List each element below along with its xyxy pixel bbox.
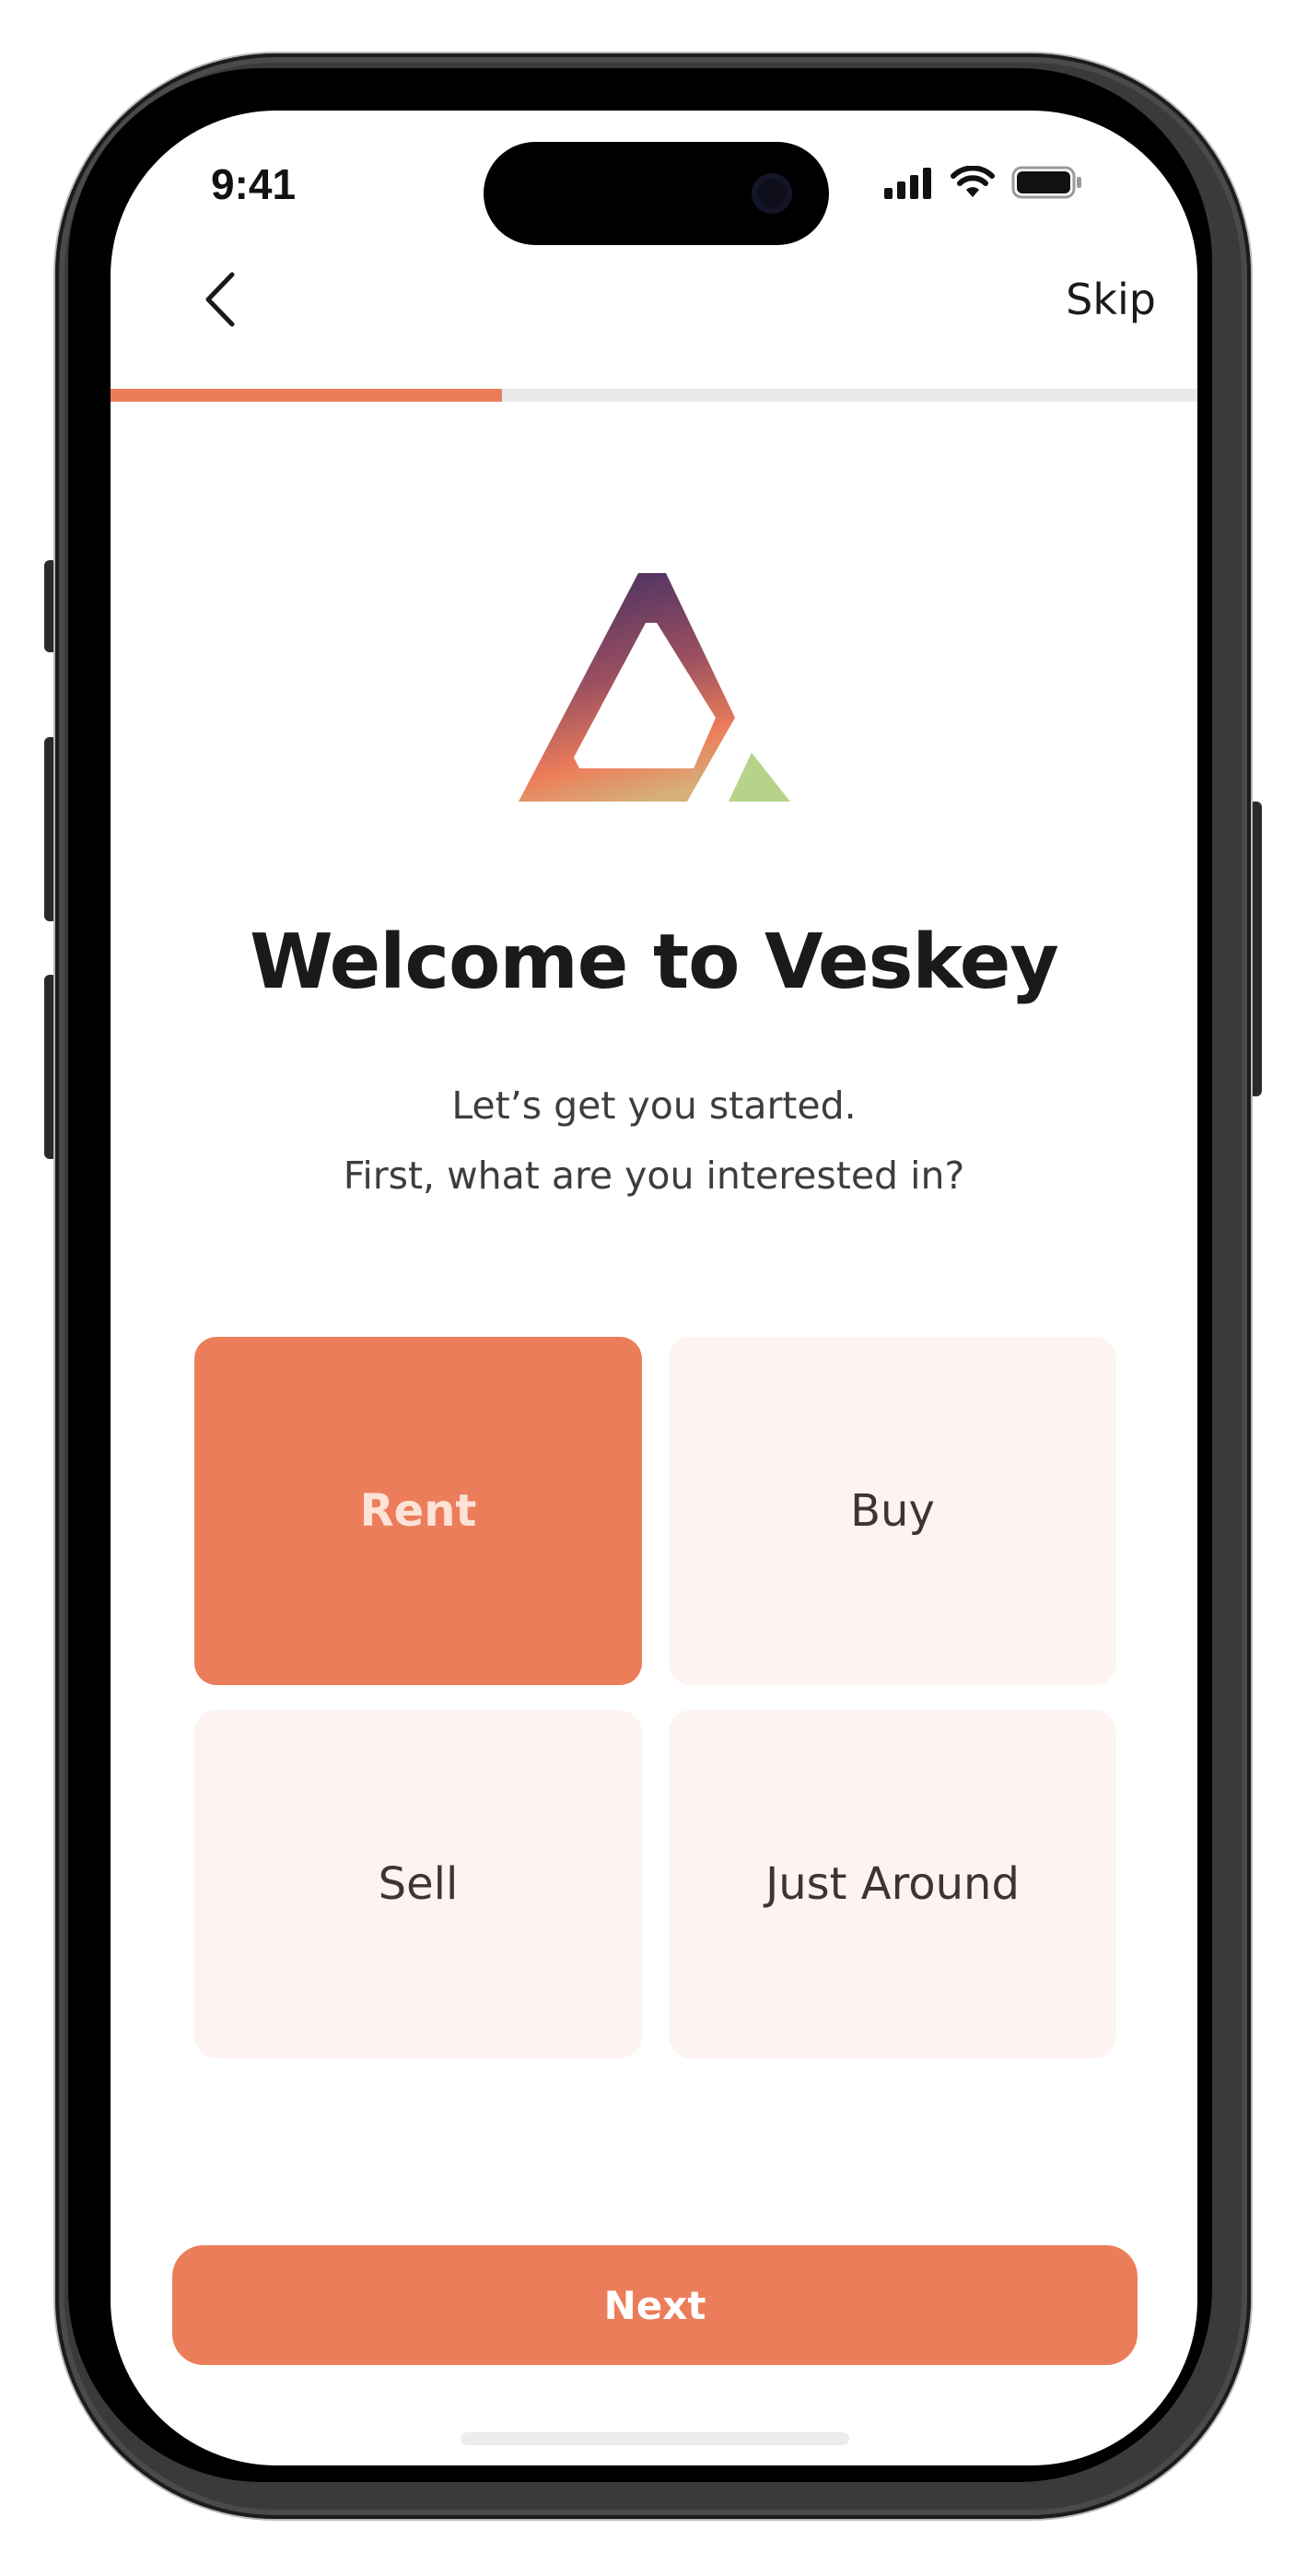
chevron-left-icon: [205, 272, 235, 327]
option-just-around[interactable]: Just Around: [669, 1710, 1116, 2058]
app-screen: [111, 111, 1197, 2465]
skip-button[interactable]: Skip: [1018, 272, 1156, 327]
power-button: [1249, 802, 1262, 1096]
page-title: Welcome to Veskey: [250, 919, 1059, 1006]
home-indicator: [461, 2432, 849, 2445]
option-sell-label: Sell: [378, 1858, 459, 1910]
cellular-signal-icon: [884, 168, 931, 199]
battery-icon: [1011, 166, 1081, 199]
page-subtitle: Let’s get you started. First, what are y…: [111, 1071, 1197, 1211]
option-just-around-label: Just Around: [765, 1858, 1020, 1910]
front-camera: [752, 173, 792, 214]
option-rent[interactable]: Rent: [194, 1337, 642, 1685]
onboarding-progress-track: [111, 389, 1197, 402]
status-bar-icons: [884, 164, 1087, 201]
option-buy[interactable]: Buy: [669, 1337, 1116, 1685]
subtitle-line-1: Let’s get you started.: [451, 1083, 857, 1128]
option-rent-label: Rent: [359, 1485, 477, 1537]
status-bar-time: 9:41: [210, 160, 297, 208]
veskey-triangle-logo-icon: [519, 573, 790, 802]
back-button[interactable]: [193, 267, 249, 332]
wifi-icon: [951, 166, 995, 197]
dynamic-island: [484, 142, 829, 245]
next-button-label: Next: [603, 2282, 706, 2328]
option-buy-label: Buy: [850, 1485, 935, 1537]
onboarding-progress-fill: [111, 389, 502, 402]
next-button[interactable]: Next: [172, 2245, 1138, 2365]
subtitle-line-2: First, what are you interested in?: [343, 1153, 965, 1198]
option-sell[interactable]: Sell: [194, 1710, 642, 2058]
